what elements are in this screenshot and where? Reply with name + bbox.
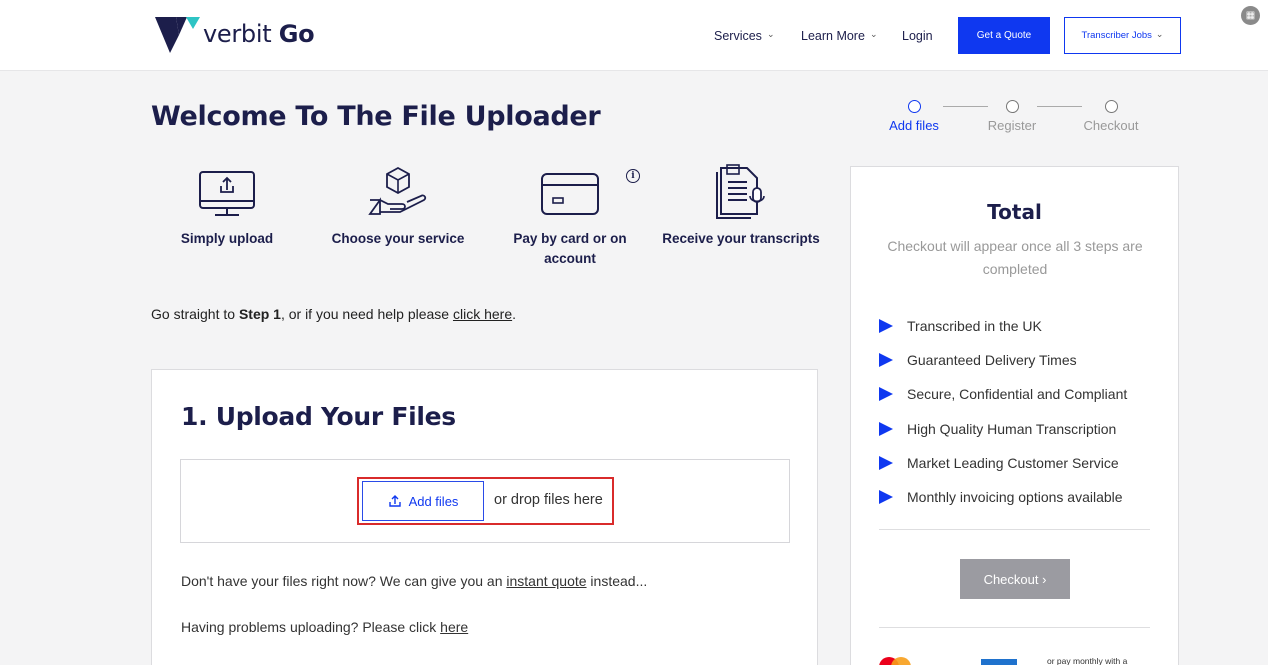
help-text: , or if you need help please — [280, 306, 453, 322]
mastercard-icon — [891, 657, 911, 665]
file-drop-zone[interactable]: Add files or drop files here — [180, 459, 790, 543]
feature-label: Receive your transcripts — [662, 231, 820, 246]
credit-card-icon — [541, 173, 599, 215]
hand-cube-icon — [368, 166, 427, 215]
drop-files-text: or drop files here — [494, 492, 603, 508]
problems-here-link[interactable]: here — [440, 619, 468, 635]
no-files-suffix: instead... — [586, 573, 648, 589]
step-circle-icon — [1104, 100, 1118, 113]
feature-label: Choose your service — [331, 231, 465, 246]
nav-services-label: Services — [714, 28, 762, 43]
amex-icon — [981, 659, 1017, 665]
payment-methods: or pay monthly with a — [879, 655, 1159, 665]
step-label: Register — [987, 118, 1037, 133]
click-here-link[interactable]: click here — [453, 306, 512, 322]
divider — [879, 627, 1150, 628]
chevron-down-icon: ⌄ — [869, 29, 878, 39]
pay-monthly-text: or pay monthly with a — [1047, 656, 1128, 665]
list-item: Guaranteed Delivery Times — [879, 343, 1127, 377]
feature-pay: Pay by card or on account — [490, 166, 650, 269]
step-circle-icon — [1005, 100, 1019, 113]
nav-services[interactable]: Services ⌄ — [714, 29, 774, 43]
logo-text-bold: Go — [278, 20, 315, 48]
benefit-text: Transcribed in the UK — [907, 318, 1042, 335]
benefit-text: Market Leading Customer Service — [907, 454, 1119, 471]
feature-simply-upload: Simply upload — [147, 166, 307, 249]
instant-quote-link[interactable]: instant quote — [506, 573, 586, 589]
add-files-button[interactable]: Add files — [362, 481, 484, 521]
feature-label: Pay by card or on account — [513, 231, 627, 266]
monitor-upload-icon — [199, 171, 255, 216]
problems-text: Having problems uploading? Please click … — [181, 619, 468, 635]
upload-title: 1. Upload Your Files — [181, 402, 456, 431]
step-checkout[interactable]: Checkout — [1077, 100, 1145, 133]
step-register[interactable]: Register — [978, 100, 1046, 133]
screenshot-capture-icon[interactable]: ▦ — [1241, 6, 1260, 25]
checkout-button[interactable]: Checkout › — [960, 559, 1070, 599]
help-line: Go straight to Step 1, or if you need he… — [151, 306, 516, 322]
no-files-text: Don't have your files right now? We can … — [181, 573, 647, 589]
feature-choose-service: Choose your service — [318, 166, 478, 249]
divider — [879, 529, 1150, 530]
transcriber-jobs-label: Transcriber Jobs — [1081, 30, 1152, 41]
nav-login[interactable]: Login — [902, 29, 933, 43]
total-subtitle: Checkout will appear once all 3 steps ar… — [887, 238, 1143, 277]
benefit-text: Guaranteed Delivery Times — [907, 352, 1077, 369]
list-item: High Quality Human Transcription — [879, 412, 1127, 446]
step-label: Checkout — [1083, 118, 1139, 133]
step-circle-icon — [907, 100, 921, 113]
play-arrow-icon — [879, 421, 893, 436]
play-arrow-icon — [879, 455, 893, 470]
transcriber-jobs-button[interactable]: Transcriber Jobs ⌄ — [1064, 17, 1181, 54]
list-item: Market Leading Customer Service — [879, 446, 1127, 480]
help-text: Go straight to — [151, 306, 239, 322]
list-item: Transcribed in the UK — [879, 309, 1127, 343]
upload-card: 1. Upload Your Files Add files or drop f… — [151, 369, 818, 665]
info-icon[interactable]: i — [626, 169, 640, 183]
verbit-go-logo[interactable]: verbit Go — [155, 15, 315, 53]
upload-icon — [388, 495, 401, 507]
step-label: Add files — [889, 118, 939, 133]
list-item: Monthly invoicing options available — [879, 480, 1127, 514]
play-arrow-icon — [879, 353, 893, 368]
benefit-text: Secure, Confidential and Compliant — [907, 386, 1128, 403]
help-step: Step 1 — [238, 306, 281, 322]
page-title: Welcome To The File Uploader — [151, 101, 601, 132]
logo-text: verbit — [203, 20, 272, 48]
get-a-quote-button[interactable]: Get a Quote — [958, 17, 1050, 54]
chevron-down-icon: ⌄ — [1155, 29, 1164, 39]
step-add-files[interactable]: Add files — [880, 100, 948, 133]
list-item: Secure, Confidential and Compliant — [879, 377, 1127, 411]
chevron-down-icon: ⌄ — [766, 29, 775, 39]
document-mic-icon — [716, 164, 765, 219]
benefit-text: Monthly invoicing options available — [907, 489, 1123, 506]
benefit-text: High Quality Human Transcription — [907, 420, 1117, 437]
play-arrow-icon — [879, 490, 893, 505]
play-arrow-icon — [879, 387, 893, 402]
total-card: Total Checkout will appear once all 3 st… — [850, 166, 1179, 665]
play-arrow-icon — [879, 319, 893, 334]
total-title: Total — [987, 200, 1042, 224]
problems-prefix: Having problems uploading? Please click — [181, 619, 441, 635]
site-header: verbit Go Services ⌄ Learn More ⌄ Login … — [0, 0, 1268, 71]
feature-receive-transcripts: Receive your transcripts — [661, 164, 821, 249]
nav-learn-more[interactable]: Learn More ⌄ — [801, 29, 877, 43]
help-text: . — [512, 306, 516, 322]
add-files-label: Add files — [408, 493, 459, 509]
nav-learn-more-label: Learn More — [801, 28, 865, 43]
feature-label: Simply upload — [180, 231, 274, 246]
verbit-logo-icon — [155, 17, 200, 53]
benefits-list: Transcribed in the UK Guaranteed Deliver… — [879, 309, 1127, 514]
no-files-prefix: Don't have your files right now? We can … — [181, 573, 507, 589]
